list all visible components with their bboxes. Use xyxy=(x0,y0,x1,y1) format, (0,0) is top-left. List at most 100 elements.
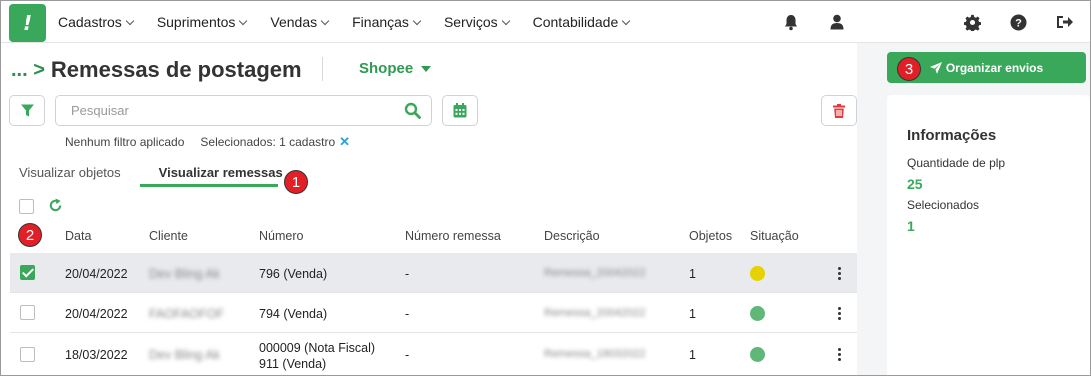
menu-contabilidade[interactable]: Contabilidade xyxy=(532,14,631,30)
row-objects: 1 xyxy=(689,348,696,362)
row-number: 000009 (Nota Fiscal) xyxy=(259,341,376,355)
title-divider xyxy=(322,57,323,81)
annotation-marker-1: 1 xyxy=(284,170,308,194)
annotation-marker-2: 2 xyxy=(18,223,42,247)
search-icon[interactable] xyxy=(404,102,421,119)
menu-label: Finanças xyxy=(352,14,409,30)
filter-button[interactable] xyxy=(9,95,45,126)
row-remessa: - xyxy=(405,307,410,321)
row-objects: 1 xyxy=(689,307,696,321)
gear-icon[interactable] xyxy=(962,12,982,32)
row-checkbox[interactable] xyxy=(20,305,35,320)
menu-label: Vendas xyxy=(270,14,318,30)
info-title: Informações xyxy=(907,127,997,144)
status-dot xyxy=(750,306,765,321)
bell-icon[interactable] xyxy=(781,12,801,32)
search-input[interactable] xyxy=(71,103,391,118)
svg-text:?: ? xyxy=(1015,17,1022,29)
row-date: 20/04/2022 xyxy=(65,307,128,321)
delete-button[interactable] xyxy=(821,95,857,126)
breadcrumb-ellipsis: ... xyxy=(11,58,28,81)
row-objects: 1 xyxy=(689,267,696,281)
logout-icon[interactable] xyxy=(1054,12,1074,32)
row-remessa: - xyxy=(405,348,410,362)
col-header-numero[interactable]: Número xyxy=(259,229,303,243)
col-header-descricao[interactable]: Descrição xyxy=(544,229,600,243)
refresh-icon[interactable] xyxy=(48,198,63,216)
col-header-situacao[interactable]: Situação xyxy=(750,229,799,243)
menu-label: Suprimentos xyxy=(156,14,236,30)
menu-cadastros[interactable]: Cadastros xyxy=(58,14,135,30)
chevron-down-icon xyxy=(412,16,422,25)
app-frame: ! Cadastros Suprimentos Vendas Finanças … xyxy=(0,0,1091,376)
row-number: 796 (Venda) xyxy=(259,267,328,281)
selected-value: 1 xyxy=(907,218,915,234)
chevron-down-icon xyxy=(622,16,631,25)
menu-label: Contabilidade xyxy=(532,14,619,30)
row-checkbox[interactable] xyxy=(20,347,35,362)
table-row[interactable]: 20/04/2022 Dev Bling Ak 796 (Venda) - Re… xyxy=(10,253,857,293)
clear-selection-icon[interactable]: ✕ xyxy=(339,134,350,150)
filter-icon xyxy=(20,104,34,117)
calendar-button[interactable] xyxy=(442,95,478,126)
row-checkbox[interactable] xyxy=(20,265,35,280)
select-all-checkbox[interactable] xyxy=(19,199,34,214)
calendar-icon xyxy=(453,103,467,118)
paper-plane-icon xyxy=(929,61,942,74)
help-icon[interactable]: ? xyxy=(1008,12,1028,32)
col-header-cliente[interactable]: Cliente xyxy=(149,229,188,243)
row-description: Remessa_18032022 xyxy=(544,348,646,360)
more-vertical-icon[interactable] xyxy=(837,267,841,282)
trash-icon xyxy=(833,103,845,118)
user-icon[interactable] xyxy=(827,12,847,32)
caret-down-icon xyxy=(421,65,432,72)
status-dot xyxy=(750,347,765,362)
table-row[interactable]: 18/03/2022 Dev Bling Ak 000009 (Nota Fis… xyxy=(10,333,857,375)
col-header-data[interactable]: Data xyxy=(65,229,91,243)
main-content: ... > Remessas de postagem Shopee Nenhum… xyxy=(1,43,857,375)
organize-label: Organizar envios xyxy=(945,60,1044,75)
plp-value: 25 xyxy=(907,176,923,192)
breadcrumb[interactable]: ... > xyxy=(11,59,45,82)
search-box xyxy=(55,95,432,126)
row-number: 794 (Venda) xyxy=(259,307,328,321)
row-date: 18/03/2022 xyxy=(65,348,128,362)
menu-suprimentos[interactable]: Suprimentos xyxy=(156,14,248,30)
col-header-objetos[interactable]: Objetos xyxy=(689,229,732,243)
store-selector[interactable]: Shopee xyxy=(359,60,432,77)
row-client: Dev Bling Ak xyxy=(149,348,220,362)
chevron-down-icon xyxy=(239,16,248,25)
info-card: Informações Quantidade de plp 25 Selecio… xyxy=(887,95,1090,375)
more-vertical-icon[interactable] xyxy=(837,307,841,322)
store-label: Shopee xyxy=(359,60,414,77)
tab-visualizar-objetos[interactable]: Visualizar objetos xyxy=(19,165,131,187)
menu-servicos[interactable]: Serviços xyxy=(443,14,510,30)
row-number-secondary: 911 (Venda) xyxy=(259,357,327,371)
selected-count-text: Selecionados: 1 cadastro xyxy=(200,135,336,149)
no-filter-text: Nenhum filtro aplicado xyxy=(65,135,185,149)
chevron-right-icon: > xyxy=(33,58,45,81)
side-panel: Organizar envios 3 Informações Quantidad… xyxy=(857,43,1090,375)
row-description: Remessa_20042022 xyxy=(544,307,646,319)
page-title: Remessas de postagem xyxy=(50,57,302,82)
app-logo[interactable]: ! xyxy=(9,4,46,42)
title-row: ... > Remessas de postagem xyxy=(11,57,302,83)
top-navbar: ! Cadastros Suprimentos Vendas Finanças … xyxy=(1,1,1090,43)
chevron-down-icon xyxy=(320,16,330,25)
row-description: Remessa_20042022 xyxy=(544,267,646,279)
row-remessa: - xyxy=(405,267,410,281)
menu-label: Serviços xyxy=(443,14,498,30)
more-vertical-icon[interactable] xyxy=(837,348,841,363)
plp-label: Quantidade de plp xyxy=(907,156,1006,170)
menu-label: Cadastros xyxy=(58,14,122,30)
active-tab-indicator xyxy=(140,184,278,187)
filter-status: Nenhum filtro aplicado Selecionados: 1 c… xyxy=(65,134,350,150)
menu-financas[interactable]: Finanças xyxy=(352,14,422,30)
menu-vendas[interactable]: Vendas xyxy=(270,14,330,30)
selected-label: Selecionados xyxy=(907,198,980,212)
table-row[interactable]: 20/04/2022 FAOFAOFOF 794 (Venda) - Remes… xyxy=(10,293,857,333)
row-client: Dev Bling Ak xyxy=(149,267,220,281)
col-header-numero-remessa[interactable]: Número remessa xyxy=(405,229,501,243)
annotation-marker-3: 3 xyxy=(897,57,921,81)
chevron-down-icon xyxy=(501,16,510,25)
